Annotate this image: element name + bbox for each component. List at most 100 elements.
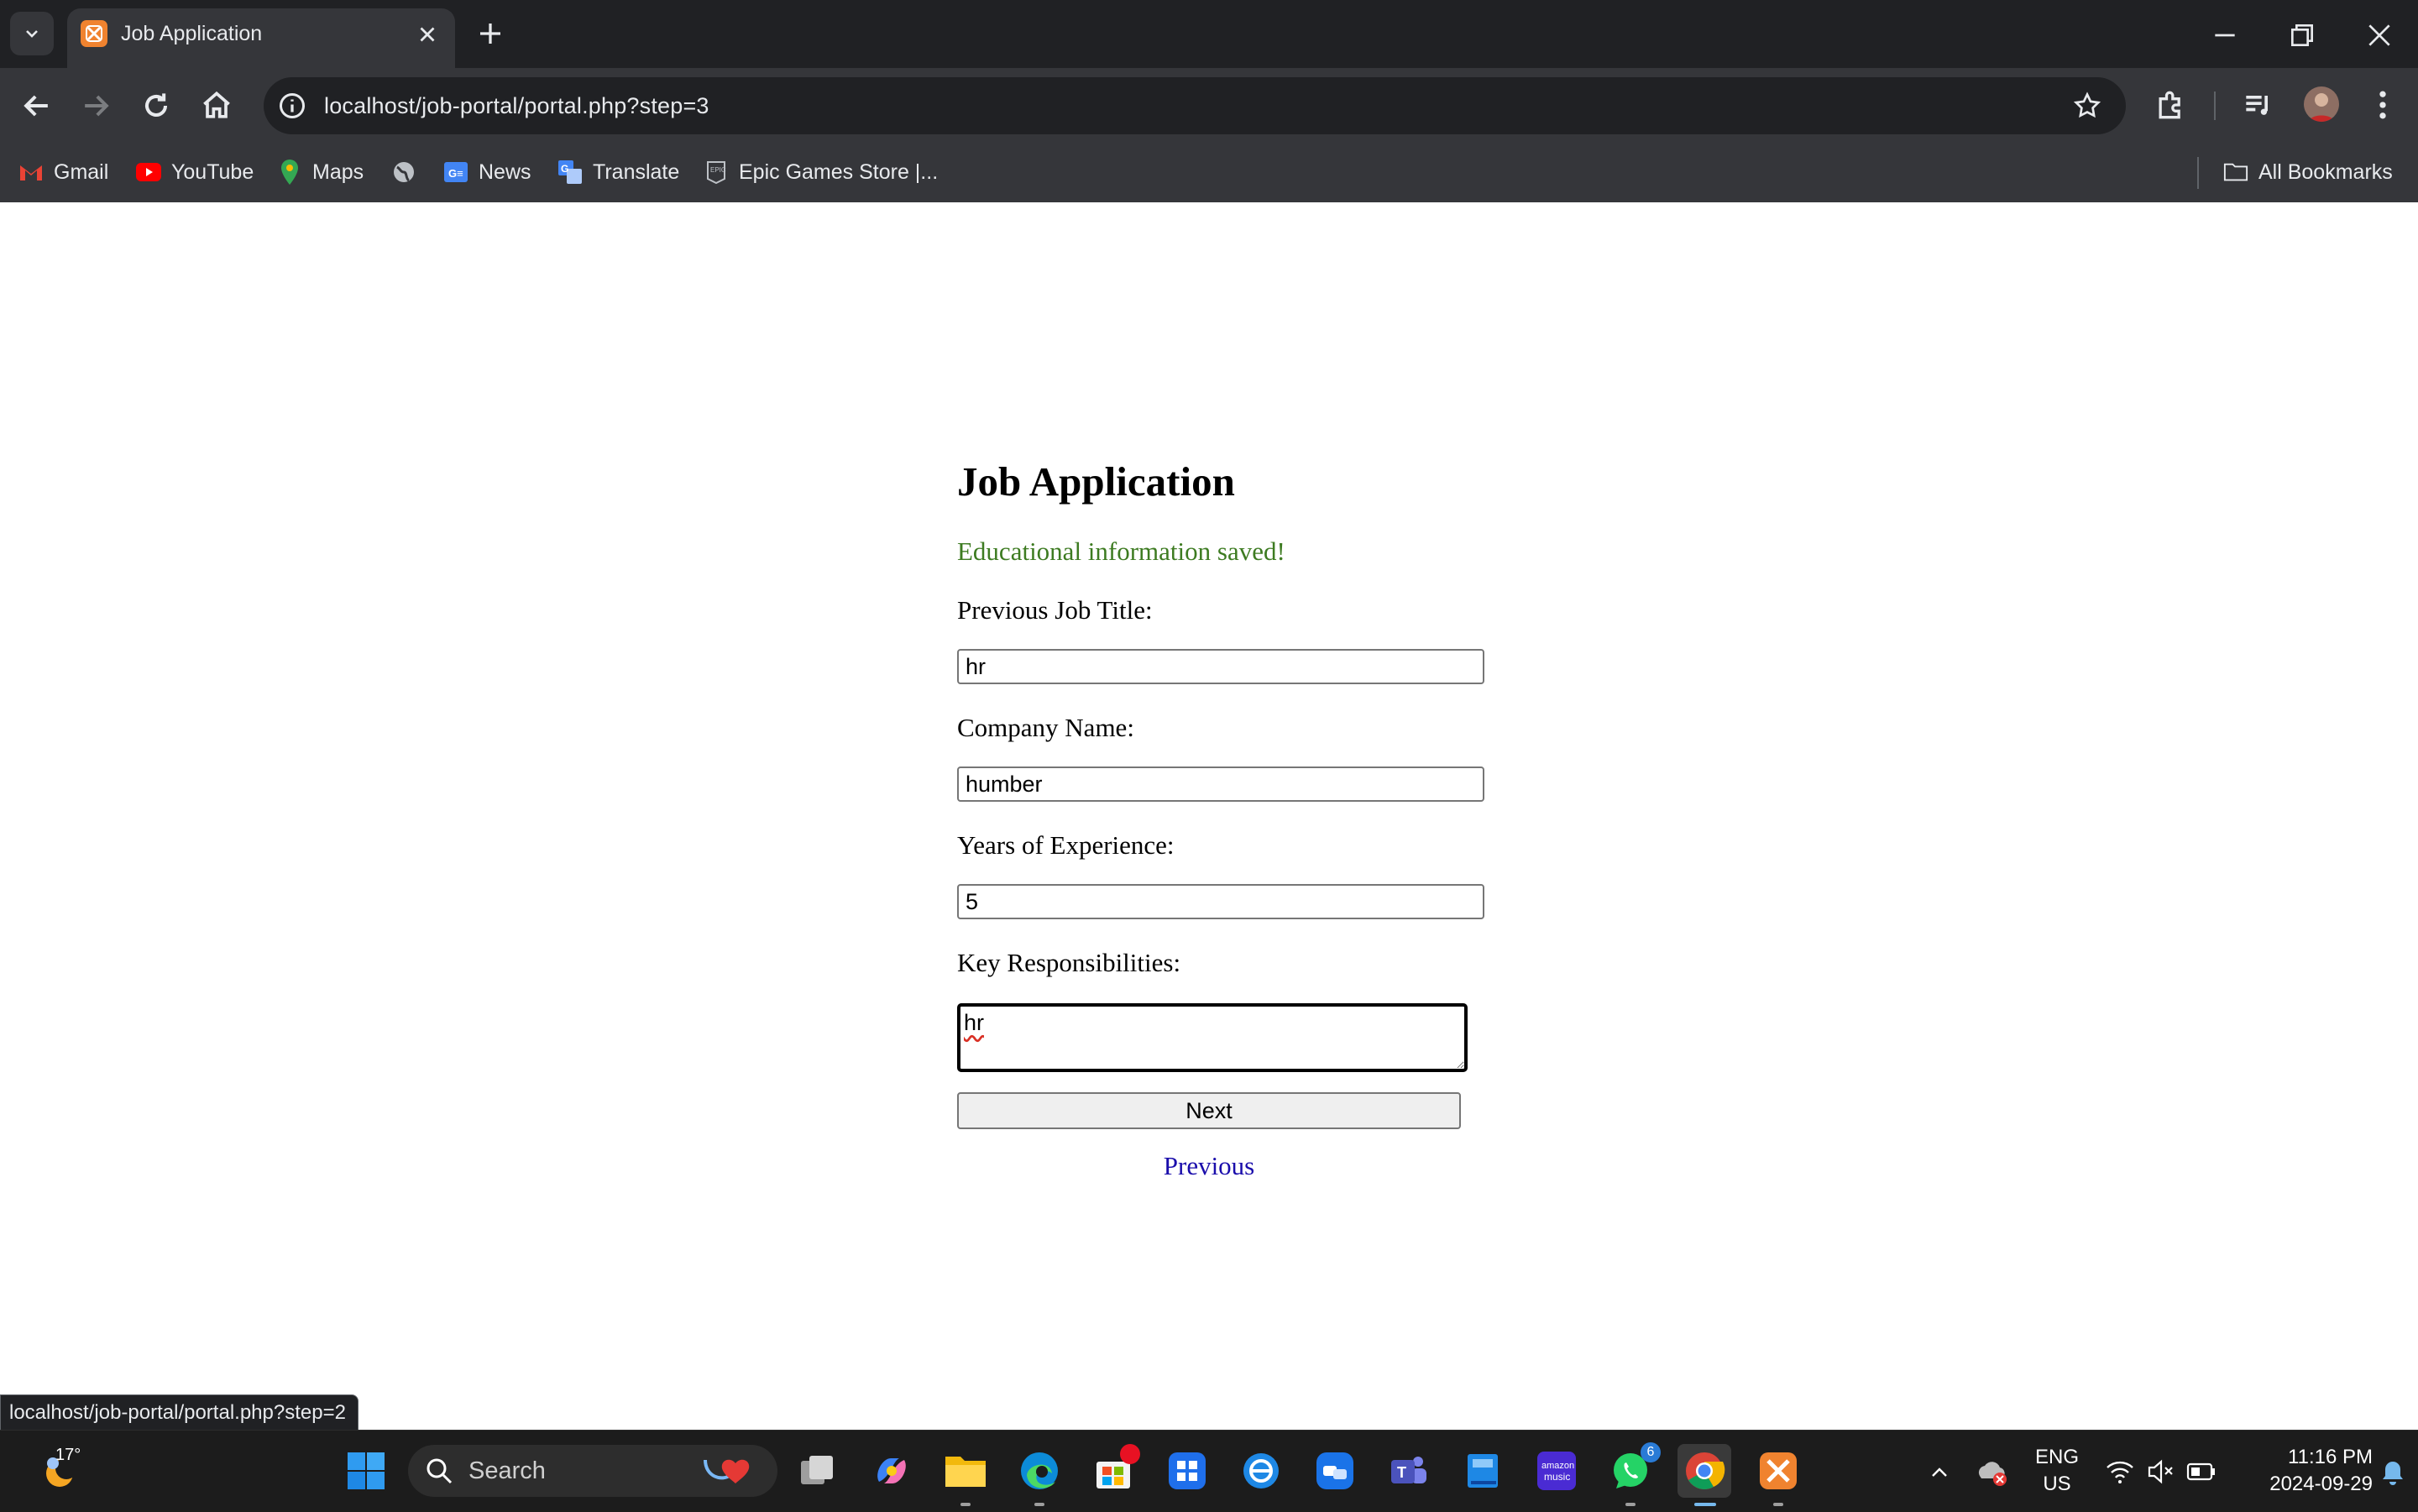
- forward-arrow-icon[interactable]: [77, 87, 114, 124]
- back-arrow-icon[interactable]: [18, 87, 55, 124]
- copilot-button[interactable]: [866, 1446, 917, 1496]
- success-message: Educational information saved!: [957, 536, 1285, 566]
- svg-text:amazon: amazon: [1541, 1461, 1574, 1471]
- folder-icon: [945, 1457, 986, 1487]
- extensions-puzzle-icon[interactable]: [2153, 86, 2190, 123]
- search-placeholder: Search: [468, 1457, 546, 1484]
- chevron-down-icon: [26, 30, 38, 38]
- grid-app-icon: [1169, 1452, 1206, 1489]
- youtube-icon: [136, 160, 161, 185]
- windows-taskbar: 17° Search T amazon music 6 ENG US 11:16…: [0, 1430, 2418, 1512]
- bookmark-label: Epic Games Store |...: [739, 160, 939, 184]
- start-button[interactable]: [341, 1446, 391, 1496]
- active-tab[interactable]: Job Application: [67, 8, 455, 68]
- bookmark-label: Translate: [593, 160, 680, 184]
- book-app-icon: [1468, 1454, 1498, 1488]
- profile-avatar[interactable]: [2304, 86, 2339, 122]
- chrome-icon: [1686, 1452, 1725, 1489]
- responsibilities-textarea[interactable]: hr: [957, 1003, 1468, 1072]
- reload-icon[interactable]: [138, 87, 175, 124]
- chevron-up-icon[interactable]: [1926, 1459, 1953, 1486]
- minimize-icon[interactable]: [2208, 18, 2242, 52]
- close-tab-icon[interactable]: [415, 22, 440, 47]
- page-title: Job Application: [957, 458, 1235, 505]
- restore-icon[interactable]: [2285, 18, 2319, 52]
- notification-bell-icon[interactable]: [2378, 1456, 2408, 1489]
- new-tab-plus-icon[interactable]: [475, 18, 505, 49]
- active-indicator: [1694, 1503, 1716, 1506]
- microsoft-store-button[interactable]: [1088, 1444, 1140, 1496]
- company-name-input[interactable]: [957, 766, 1484, 802]
- media-controls-icon[interactable]: [2240, 86, 2277, 123]
- job-title-input[interactable]: [957, 649, 1484, 684]
- url-text: localhost/job-portal/portal.php?step=3: [324, 93, 709, 118]
- link-preview-status: localhost/job-portal/portal.php?step=2: [0, 1394, 359, 1431]
- battery-icon[interactable]: [2186, 1461, 2216, 1483]
- xampp-icon: [1760, 1452, 1797, 1489]
- whatsapp-button[interactable]: 6: [1605, 1442, 1661, 1496]
- browser-toolbar: localhost/job-portal/portal.php?step=3: [0, 68, 2418, 144]
- app-button-connect[interactable]: [1310, 1446, 1360, 1496]
- company-name-label: Company Name:: [957, 713, 1134, 742]
- xampp-button[interactable]: [1753, 1446, 1803, 1496]
- address-bar[interactable]: localhost/job-portal/portal.php?step=3: [264, 77, 2126, 134]
- experience-input[interactable]: [957, 884, 1484, 919]
- app-button-book[interactable]: [1458, 1446, 1508, 1496]
- tab-title: Job Application: [121, 22, 263, 45]
- bookmark-youtube[interactable]: YouTube: [136, 154, 254, 190]
- bookmark-gmail[interactable]: Gmail: [18, 154, 108, 190]
- clock-date[interactable]: 2024-09-29: [2233, 1473, 2373, 1496]
- gmail-icon: [18, 160, 44, 185]
- windows-logo-icon: [348, 1452, 385, 1489]
- previous-link[interactable]: Previous: [957, 1151, 1461, 1181]
- bookmark-globe[interactable]: [391, 154, 416, 190]
- app-button-sync[interactable]: [1236, 1446, 1286, 1496]
- bookmark-maps[interactable]: Maps: [277, 154, 364, 190]
- file-explorer-button[interactable]: [940, 1446, 991, 1496]
- chrome-button[interactable]: [1677, 1444, 1731, 1498]
- news-icon: G≡: [443, 160, 468, 185]
- svg-text:G: G: [561, 163, 568, 175]
- teams-button[interactable]: T: [1384, 1446, 1434, 1496]
- running-indicator: [960, 1503, 971, 1506]
- app-button-blue[interactable]: [1162, 1446, 1212, 1496]
- teams-icon: T: [1391, 1457, 1426, 1483]
- whatsapp-badge: 6: [1641, 1442, 1661, 1462]
- edge-button[interactable]: [1014, 1446, 1065, 1496]
- close-window-icon[interactable]: [2363, 18, 2396, 52]
- speaker-muted-icon[interactable]: [2146, 1457, 2175, 1486]
- weather-widget[interactable]: 17°: [27, 1446, 94, 1496]
- translate-icon: G: [557, 160, 583, 185]
- all-bookmarks-button[interactable]: All Bookmarks: [2223, 154, 2393, 190]
- taskbar-search[interactable]: Search: [408, 1445, 777, 1497]
- amazon-music-button[interactable]: amazon music: [1531, 1446, 1582, 1496]
- next-button[interactable]: Next: [957, 1092, 1461, 1129]
- more-menu-icon[interactable]: [2364, 86, 2401, 123]
- connect-app-icon: [1316, 1452, 1353, 1489]
- epic-games-icon: EPIC: [704, 160, 729, 185]
- running-indicator: [1625, 1503, 1636, 1506]
- copilot-icon: [877, 1458, 906, 1483]
- weather-temp: 17°: [55, 1446, 81, 1464]
- task-view-button[interactable]: [793, 1446, 843, 1496]
- bookmark-translate[interactable]: G Translate: [557, 154, 679, 190]
- bookmark-star-icon[interactable]: [2072, 91, 2102, 121]
- clock-time[interactable]: 11:16 PM: [2233, 1446, 2373, 1469]
- wifi-icon[interactable]: [2106, 1459, 2134, 1484]
- all-bookmarks-label: All Bookmarks: [2258, 160, 2393, 184]
- job-title-label: Previous Job Title:: [957, 595, 1153, 625]
- site-info-icon[interactable]: [277, 91, 307, 121]
- bookmark-news[interactable]: G≡ News: [443, 154, 531, 190]
- region-indicator[interactable]: US: [2032, 1473, 2082, 1496]
- store-notification-badge: [1120, 1444, 1140, 1464]
- tab-search-button[interactable]: [10, 12, 54, 55]
- bookmark-label: Maps: [312, 160, 364, 184]
- globe-icon: [391, 160, 416, 185]
- home-icon[interactable]: [198, 87, 235, 124]
- bookmark-epic-games[interactable]: EPIC Epic Games Store |...: [704, 154, 938, 190]
- edge-icon: [1021, 1452, 1058, 1489]
- language-indicator[interactable]: ENG: [2032, 1446, 2082, 1469]
- onedrive-error-icon[interactable]: [1975, 1456, 2008, 1488]
- experience-label: Years of Experience:: [957, 830, 1175, 860]
- sync-app-icon: [1243, 1453, 1279, 1488]
